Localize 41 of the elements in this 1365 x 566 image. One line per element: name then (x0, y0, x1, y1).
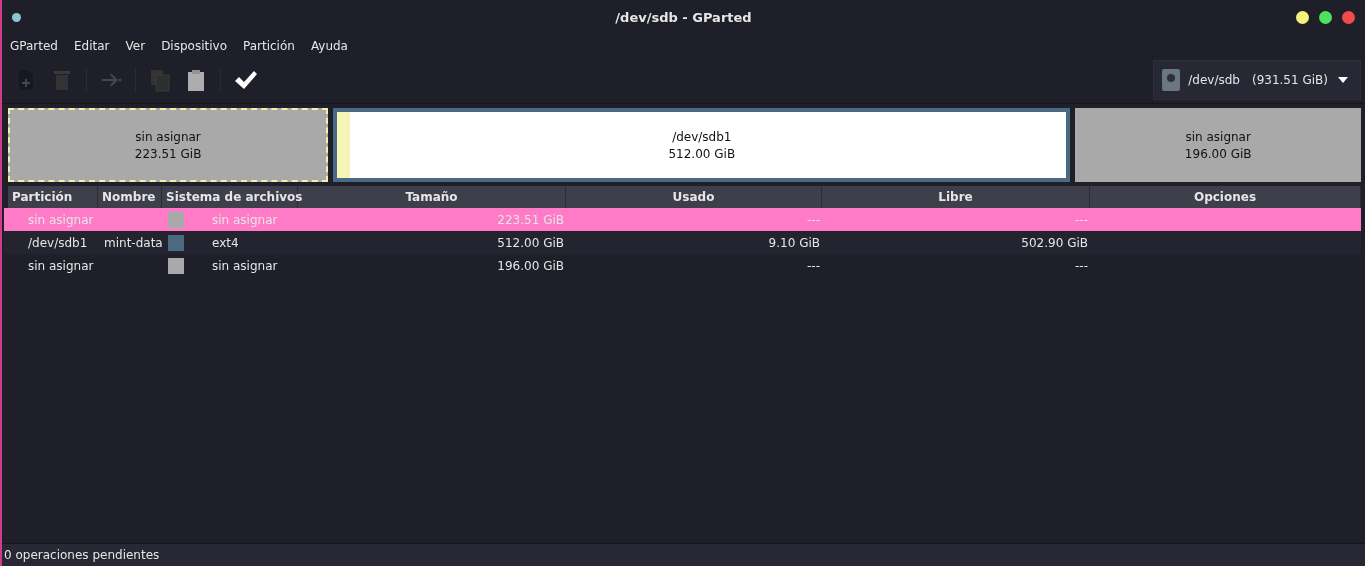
caret-icon (1338, 77, 1348, 83)
table-cell: --- (807, 258, 820, 273)
table-cell: --- (1075, 258, 1088, 273)
checkmark-icon[interactable] (233, 68, 257, 92)
window-icon (12, 13, 21, 22)
table-cell: sin asignar (212, 258, 278, 273)
table-cell: sin asignar (212, 212, 278, 227)
maximize-button[interactable] (1319, 11, 1332, 24)
table-cell: sin asignar (28, 258, 94, 273)
table-cell: 196.00 GiB (497, 258, 564, 273)
segment-size: 223.51 GiB (134, 146, 202, 161)
table-cell: 502.90 GiB (1021, 235, 1088, 250)
segment-label: sin asignar (1185, 129, 1251, 144)
partition-segment[interactable]: /dev/sdb1 512.00 GiB (333, 108, 1071, 182)
status-text: 0 operaciones pendientes (4, 548, 160, 562)
segment-size: 196.00 GiB (1184, 146, 1252, 161)
menu-item[interactable]: Ayuda (310, 39, 348, 53)
segment-label: sin asignar (135, 129, 201, 144)
table-row[interactable]: /dev/sdb1 mint-data ext4 512.00 GiB 9.10 GiB 502.90 GiB (4, 231, 1361, 254)
unallocated-segment[interactable]: sin asignar 196.00 GiB (1075, 108, 1361, 182)
menu-item[interactable]: Partición (243, 39, 295, 53)
segment-size: 512.00 GiB (668, 146, 736, 161)
table-cell: ext4 (212, 235, 239, 250)
table-cell: 512.00 GiB (497, 235, 564, 250)
close-button[interactable] (1342, 11, 1355, 24)
device-dropdown[interactable]: /dev/sdb (931.51 GiB) (1153, 60, 1361, 100)
table-cell: mint-data (104, 235, 163, 250)
window-title: /dev/sdb - GParted (615, 10, 752, 25)
table-cell: --- (1075, 212, 1088, 227)
table-cell: --- (807, 212, 820, 227)
menu-item[interactable]: Editar (74, 39, 110, 53)
menu-item[interactable]: Dispositivo (161, 39, 227, 53)
menu-item[interactable]: GParted (10, 39, 58, 53)
segment-label: /dev/sdb1 (672, 129, 732, 144)
table-cell: 9.10 GiB (768, 235, 820, 250)
table-cell: 223.51 GiB (497, 212, 564, 227)
table-cell: /dev/sdb1 (28, 235, 88, 250)
menu-item[interactable]: Ver (125, 39, 146, 53)
table-cell: sin asignar (28, 212, 94, 227)
minimize-button[interactable] (1296, 11, 1309, 24)
unallocated-segment[interactable]: sin asignar 223.51 GiB (8, 108, 329, 182)
